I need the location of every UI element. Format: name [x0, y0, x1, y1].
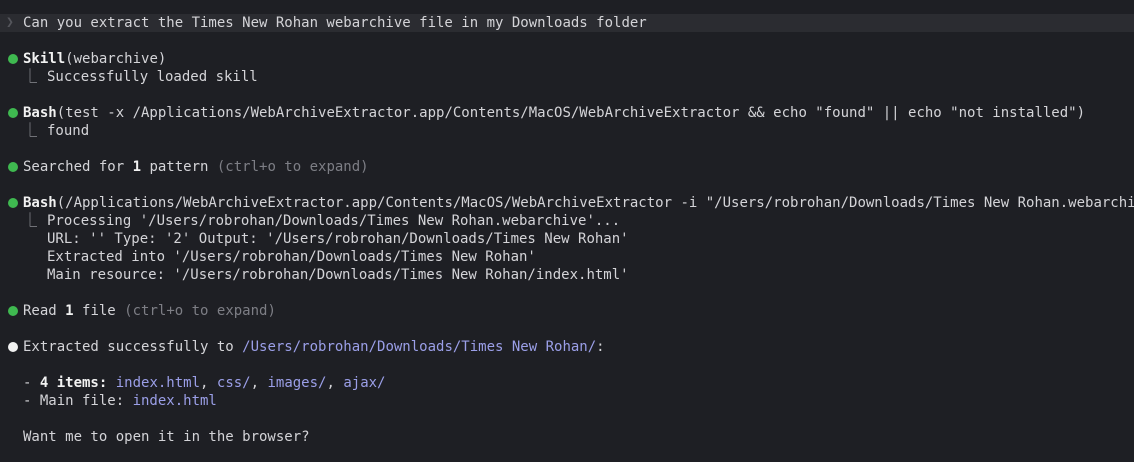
bash-output-line: Extracted into '/Users/robrohan/Download…	[23, 248, 536, 266]
output-text: Extracted into '/Users/robrohan/Download…	[47, 249, 536, 265]
folder-link[interactable]: css/	[217, 375, 251, 391]
tool-result-text: Successfully loaded skill	[47, 69, 258, 85]
assistant-dot-icon	[8, 342, 18, 352]
success-dot-icon	[8, 54, 18, 64]
read-prefix: Read	[23, 303, 66, 319]
tool-args: (webarchive)	[65, 51, 167, 67]
output-text: URL: '' Type: '2' Output: '/Users/robroh…	[47, 231, 629, 247]
search-summary[interactable]: Searched for 1 pattern (ctrl+o to expand…	[23, 158, 369, 176]
bash-test-tool-call: Bash(test -x /Applications/WebArchiveExt…	[23, 104, 1085, 122]
success-dot-icon	[8, 198, 18, 208]
folder-link[interactable]: images/	[267, 375, 326, 391]
skill-result: ⎿ Successfully loaded skill	[23, 68, 258, 86]
bash-output-line: ⎿ Processing '/Users/robrohan/Downloads/T…	[23, 212, 620, 230]
tool-name: Skill	[23, 51, 66, 67]
output-text: Main resource: '/Users/robrohan/Download…	[47, 267, 629, 283]
elbow-connector-icon: ⎿	[23, 69, 37, 85]
bash-extract-tool-call: Bash(/Applications/WebArchiveExtractor.a…	[23, 194, 1134, 212]
items-list-entry: - 4 items: index.html, css/, images/, aj…	[23, 375, 386, 391]
read-count: 1	[65, 303, 74, 319]
tool-args: (test -x /Applications/WebArchiveExtract…	[56, 105, 1086, 121]
tool-result-text: found	[47, 123, 90, 139]
search-prefix: Searched for	[23, 159, 133, 175]
expand-hint: (ctrl+o to expand)	[124, 303, 276, 319]
elbow-connector-icon: ⎿	[23, 213, 37, 229]
tool-args: (/Applications/WebArchiveExtractor.app/C…	[56, 195, 1134, 211]
bullet-dash: -	[23, 375, 40, 391]
prompt-chevron-icon: ❯	[6, 15, 14, 30]
folder-link[interactable]: ajax/	[343, 375, 385, 391]
read-suffix: file	[73, 303, 125, 319]
user-prompt-text: Can you extract the Times New Rohan weba…	[23, 15, 647, 31]
items-label: 4 items:	[39, 375, 108, 391]
main-file-entry: - Main file: index.html	[23, 392, 217, 410]
read-summary[interactable]: Read 1 file (ctrl+o to expand)	[23, 302, 276, 320]
success-dot-icon	[8, 162, 18, 172]
output-text: Processing '/Users/robrohan/Downloads/Ti…	[47, 213, 621, 229]
main-file-link[interactable]: index.html	[133, 393, 217, 409]
bash-output-line: URL: '' Type: '2' Output: '/Users/robroh…	[23, 230, 629, 248]
search-suffix: pattern	[141, 159, 217, 175]
bash-test-result: ⎿ found	[23, 122, 89, 140]
search-count: 1	[132, 159, 142, 175]
success-dot-icon	[8, 306, 18, 316]
main-file-label: - Main file:	[23, 393, 133, 409]
tool-name: Bash	[23, 105, 57, 121]
response-lead: Extracted successfully to /Users/robroha…	[23, 338, 605, 356]
bash-output-line: Main resource: '/Users/robrohan/Download…	[23, 266, 629, 284]
tool-name: Bash	[23, 195, 57, 211]
elbow-connector-icon: ⎿	[23, 123, 37, 139]
skill-tool-call: Skill(webarchive)	[23, 50, 166, 68]
colon-text: :	[596, 339, 605, 355]
file-link[interactable]: index.html	[116, 375, 200, 391]
follow-up-question: Want me to open it in the browser?	[23, 429, 310, 445]
success-dot-icon	[8, 108, 18, 118]
response-lead-text: Extracted successfully to	[23, 339, 243, 355]
output-folder-path[interactable]: /Users/robrohan/Downloads/Times New Roha…	[242, 339, 596, 355]
expand-hint: (ctrl+o to expand)	[216, 159, 369, 175]
